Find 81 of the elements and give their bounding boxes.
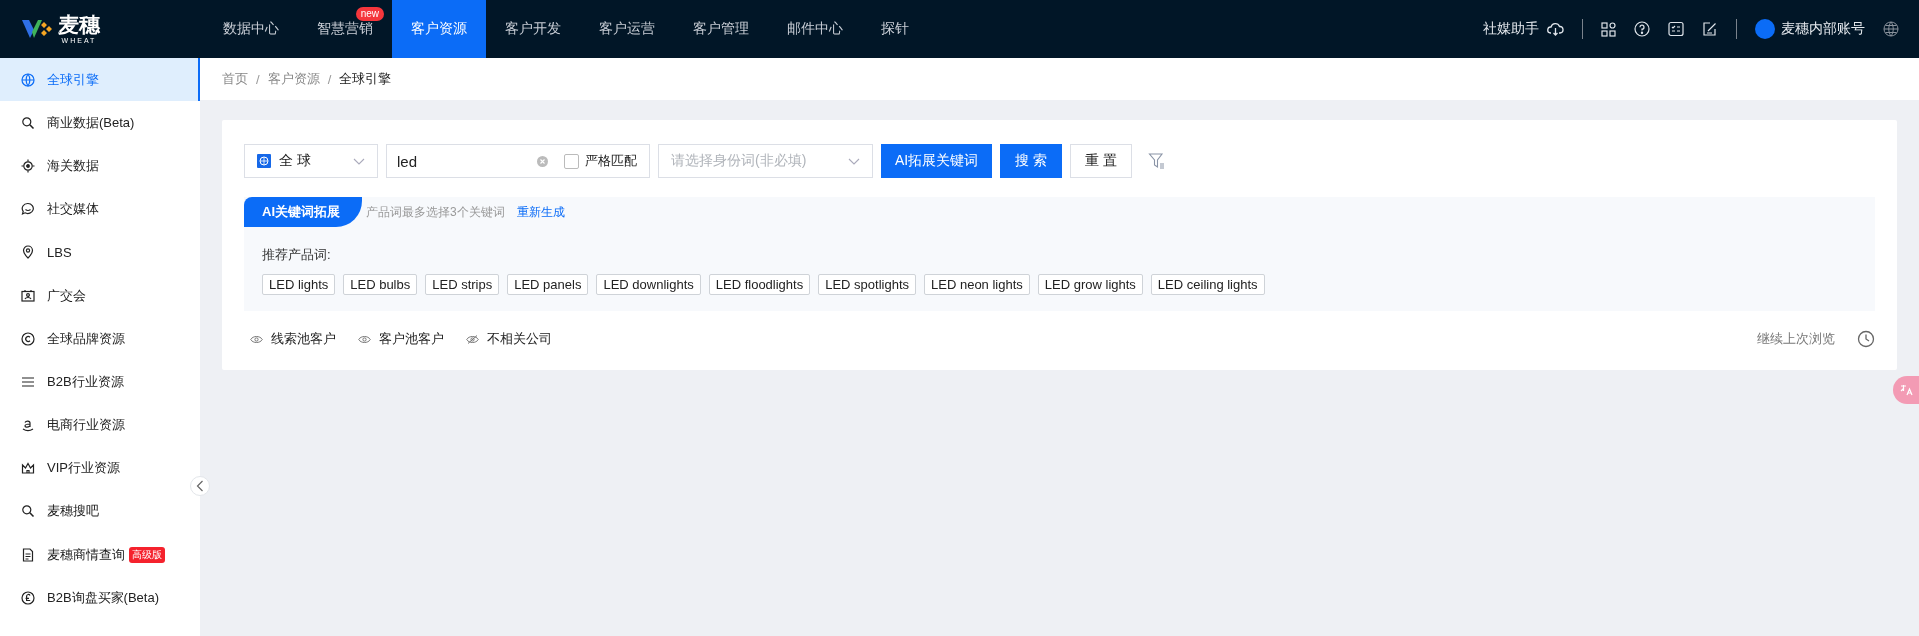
recommend-label: 推荐产品词: [262,246,332,264]
search-icon [21,504,35,519]
keyword-tag[interactable]: LED neon lights [924,274,1030,295]
doc-icon [21,547,35,562]
filter-icon[interactable] [1148,152,1166,170]
nav-tab[interactable]: 探针 [862,0,928,58]
sidebar-item[interactable]: 麦穗搜吧 [0,489,200,534]
globe-flag-icon [257,154,271,168]
region-select[interactable]: 全 球 [244,144,378,178]
logo-text: 麦穗 [58,14,100,35]
nav-tab[interactable]: 邮件中心 [768,0,862,58]
eye-icon [358,334,371,344]
search-button[interactable]: 搜 索 [1000,144,1063,178]
globe-icon [21,72,35,87]
keyword-tag[interactable]: LED downlights [596,274,701,295]
nav-tab[interactable]: 客户运营 [580,0,674,58]
account-name[interactable]: 麦穗内部账号 [1781,20,1865,38]
sidebar-item[interactable]: 广交会 [0,273,200,318]
nav-tab[interactable]: 客户管理 [674,0,768,58]
nav-tab[interactable]: 客户资源 [392,0,486,58]
keyword-tag[interactable]: LED ceiling lights [1150,274,1265,295]
pin-icon [21,245,35,260]
lines-icon [21,374,35,389]
sidebar-item[interactable]: 商业数据(Beta) [0,101,200,145]
keyword-tag[interactable]: LED lights [262,274,336,295]
keyword-tag[interactable]: LED strips [425,274,500,295]
sidebar-item[interactable]: B2B行业资源 [0,360,200,404]
search-icon [21,115,35,130]
reset-button[interactable]: 重 置 [1070,144,1132,178]
globe-icon[interactable] [1883,21,1899,37]
chat-icon [21,202,35,217]
assistant-button[interactable]: 社媒助手 [1483,20,1539,38]
sidebar-item[interactable]: 全球引擎 [0,58,200,102]
hint-text: 产品词最多选择3个关键词 [366,203,505,221]
sidebar-item[interactable]: 电商行业资源 [0,403,200,447]
keyword-tag[interactable]: LED grow lights [1037,274,1143,295]
cloud-download-icon[interactable] [1547,22,1564,36]
breadcrumb-separator: / [327,71,332,87]
filter-toggle[interactable]: 线索池客户 [250,330,336,348]
apps-icon[interactable] [1601,21,1616,37]
continue-browsing-link[interactable]: 继续上次浏览 [1757,330,1835,348]
sidebar-item[interactable]: 社交媒体 [0,187,200,231]
frame-icon [21,288,35,303]
help-icon[interactable] [1634,21,1650,37]
crown-icon [21,461,35,476]
chevron-down-icon [353,157,365,165]
chevron-down-icon [848,157,860,165]
eye-icon [250,334,263,344]
breadcrumb-separator: / [256,71,260,87]
sidebar-item[interactable]: LBS [0,230,200,274]
filter-toggle[interactable]: 不相关公司 [466,330,552,348]
filter-toggle[interactable]: 客户池客户 [358,330,444,348]
ai-expand-button[interactable]: AI拓展关键词 [881,144,993,178]
sidebar-item[interactable]: 海关数据 [0,144,200,188]
clock-icon[interactable] [1857,330,1875,348]
collapse-sidebar-button[interactable] [190,476,210,496]
avatar[interactable] [1755,19,1775,39]
amazon-icon [21,418,35,433]
pound-icon [21,590,35,605]
keyword-tag[interactable]: LED bulbs [343,274,418,295]
copyright-icon [21,331,35,346]
premium-badge: 高级版 [129,546,165,563]
breadcrumb-link[interactable]: 首页 [222,70,248,88]
checklist-icon[interactable] [1668,21,1684,37]
breadcrumb-link[interactable]: 全球引擎 [339,70,392,88]
regenerate-link[interactable]: 重新生成 [516,203,565,221]
new-badge: new [355,7,384,21]
keyword-tag[interactable]: LED panels [507,274,589,295]
sidebar-item[interactable]: B2B询盘买家(Beta) [0,576,200,620]
sidebar-item[interactable]: 麦穗商情查询 高级版 [0,533,200,577]
edit-note-icon[interactable] [1702,21,1718,37]
chevron-left-icon [196,480,204,492]
nav-tab[interactable]: 数据中心 [204,0,298,58]
target-icon [21,158,35,173]
keyword-tag[interactable]: LED spotlights [818,274,917,295]
eye-off-icon [466,334,479,344]
sidebar-item[interactable]: VIP行业资源 [0,446,200,490]
sidebar-item[interactable]: 全球品牌资源 [0,317,200,361]
nav-tab[interactable]: 客户开发 [486,0,580,58]
breadcrumb-link[interactable]: 客户资源 [267,70,320,88]
keyword-tag[interactable]: LED floodlights [708,274,811,295]
